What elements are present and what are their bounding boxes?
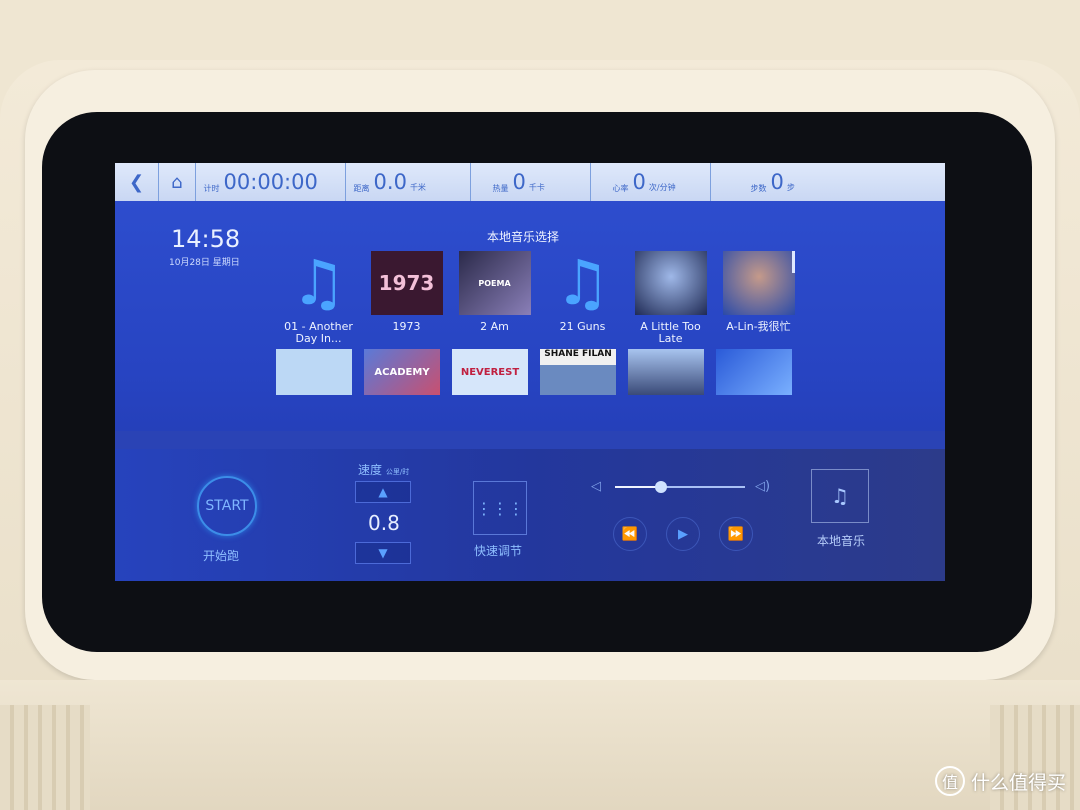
music-item[interactable]: SHANE FILAN	[534, 349, 622, 395]
watermark: 值 什么值得买	[934, 766, 1066, 796]
music-item[interactable]: A Little Too Late	[627, 251, 714, 347]
album-cover	[634, 251, 707, 315]
music-note-icon: ♫	[831, 484, 849, 508]
watermark-logo: 值	[934, 766, 965, 796]
distance-value: 0.0	[373, 170, 407, 194]
music-name: 01 - Another Day In...	[284, 320, 353, 345]
play-button[interactable]: ▶	[666, 517, 700, 551]
start-caption: 开始跑	[203, 549, 240, 563]
steps-label: 步数	[750, 184, 767, 193]
divider	[115, 431, 945, 449]
music-item[interactable]: POEMA 2 Am	[451, 251, 538, 347]
volume-knob[interactable]	[654, 481, 667, 493]
music-name: 1973	[392, 320, 421, 333]
clock-date: 10月28日 星期日	[169, 258, 240, 268]
vent-left	[0, 705, 90, 810]
equalizer-icon: ⋮⋮⋮	[476, 498, 524, 518]
heart-rate-unit: 次/分钟	[648, 183, 676, 192]
heart-rate-label: 心率	[612, 184, 629, 193]
music-note-icon: ♫	[290, 246, 347, 319]
speed-up-button[interactable]: ▲	[355, 481, 411, 503]
music-title: 本地音乐选择	[487, 230, 560, 244]
calories-label: 热量	[492, 184, 509, 193]
home-button[interactable]: ⌂	[159, 163, 196, 201]
speed-down-button[interactable]: ▼	[355, 542, 411, 564]
distance-label: 距离	[353, 184, 370, 193]
fast-forward-icon: ⏩	[727, 526, 745, 542]
start-label: START	[205, 498, 249, 514]
local-music-label: 本地音乐	[817, 534, 866, 548]
heart-rate-value: 0	[632, 170, 646, 194]
back-button[interactable]: ❮	[115, 163, 160, 201]
music-item[interactable]: NEVEREST	[446, 349, 534, 395]
triangle-down-icon: ▼	[378, 546, 388, 560]
clock-icon-label: 计时	[203, 184, 220, 193]
home-icon: ⌂	[171, 171, 183, 193]
timer-value: 00:00:00	[223, 170, 318, 194]
music-name: 21 Guns	[559, 320, 606, 333]
previous-button[interactable]: ⏪	[613, 517, 647, 551]
clock-time: 14:58	[171, 225, 241, 253]
steps-value: 0	[770, 170, 784, 194]
music-item[interactable]: ACADEMY	[358, 349, 446, 395]
rewind-icon: ⏪	[621, 526, 639, 542]
triangle-up-icon: ▲	[378, 485, 388, 499]
music-item[interactable]: A-Lin-我很忙	[715, 251, 802, 347]
console-lower-panel	[0, 680, 1080, 810]
watermark-text: 什么值得买	[970, 771, 1066, 794]
volume-high-icon[interactable]: ◁)	[755, 479, 770, 494]
album-cover	[722, 251, 795, 315]
music-item[interactable]	[270, 349, 358, 395]
local-music-button[interactable]: ♫	[811, 469, 869, 523]
volume-slider[interactable]	[615, 481, 745, 493]
music-grid: ♫ 01 - Another Day In... 1973 1973 POEMA 2 …	[275, 251, 802, 347]
scrollbar[interactable]	[792, 251, 795, 273]
start-button[interactable]: START	[197, 476, 257, 536]
album-cover	[628, 349, 704, 395]
speed-unit: 公里/时	[385, 468, 410, 476]
album-cover: POEMA	[458, 251, 531, 315]
quick-adjust-label: 快速调节	[474, 544, 523, 558]
volume-low-icon[interactable]: ◁	[591, 479, 601, 494]
heart-rate-stat: 心率 0 次/分钟	[591, 163, 711, 201]
distance-unit: 千米	[409, 183, 426, 192]
calories-unit: 千卡	[528, 183, 545, 192]
screen: ❮ ⌂ 计时 00:00:00 距离 0.0 千米 热量 0 千卡 心率 0 次…	[115, 163, 945, 581]
album-cover: SHANE FILAN	[540, 349, 616, 395]
music-note-icon: ♫	[554, 246, 611, 319]
speed-label: 速度 公里/时	[358, 461, 409, 478]
music-grid-row2: ACADEMY NEVEREST SHANE FILAN	[270, 349, 798, 395]
music-item[interactable]: ♫ 01 - Another Day In...	[275, 251, 362, 347]
play-icon: ▶	[678, 526, 688, 542]
speed-title: 速度	[358, 463, 383, 477]
timer-stat: 计时 00:00:00	[196, 163, 346, 201]
album-cover	[276, 349, 352, 395]
calories-stat: 热量 0 千卡	[471, 163, 591, 201]
album-cover: NEVEREST	[452, 349, 528, 395]
status-bar: ❮ ⌂ 计时 00:00:00 距离 0.0 千米 热量 0 千卡 心率 0 次…	[115, 163, 945, 201]
steps-unit: 步	[786, 183, 795, 192]
volume-fill	[615, 486, 661, 488]
music-name: 2 Am	[480, 320, 509, 333]
steps-stat: 步数 0 步	[711, 163, 803, 201]
distance-stat: 距离 0.0 千米	[346, 163, 471, 201]
music-name: A-Lin-我很忙	[726, 320, 791, 333]
album-cover: 1973	[370, 251, 443, 315]
speed-value: 0.8	[368, 511, 400, 535]
calories-value: 0	[512, 170, 526, 194]
album-cover	[716, 349, 792, 395]
back-icon: ❮	[129, 171, 145, 193]
music-name: A Little Too Late	[640, 320, 701, 345]
music-item[interactable]	[710, 349, 798, 395]
control-panel: START 开始跑 速度 公里/时 ▲ 0.8 ▼ ⋮⋮⋮ 快速调节 ◁ ◁) …	[115, 449, 945, 581]
music-item[interactable]: ♫ 21 Guns	[539, 251, 626, 347]
music-item[interactable]: 1973 1973	[363, 251, 450, 347]
quick-adjust-button[interactable]: ⋮⋮⋮	[473, 481, 527, 535]
next-button[interactable]: ⏩	[719, 517, 753, 551]
album-cover: ACADEMY	[364, 349, 440, 395]
music-item[interactable]	[622, 349, 710, 395]
